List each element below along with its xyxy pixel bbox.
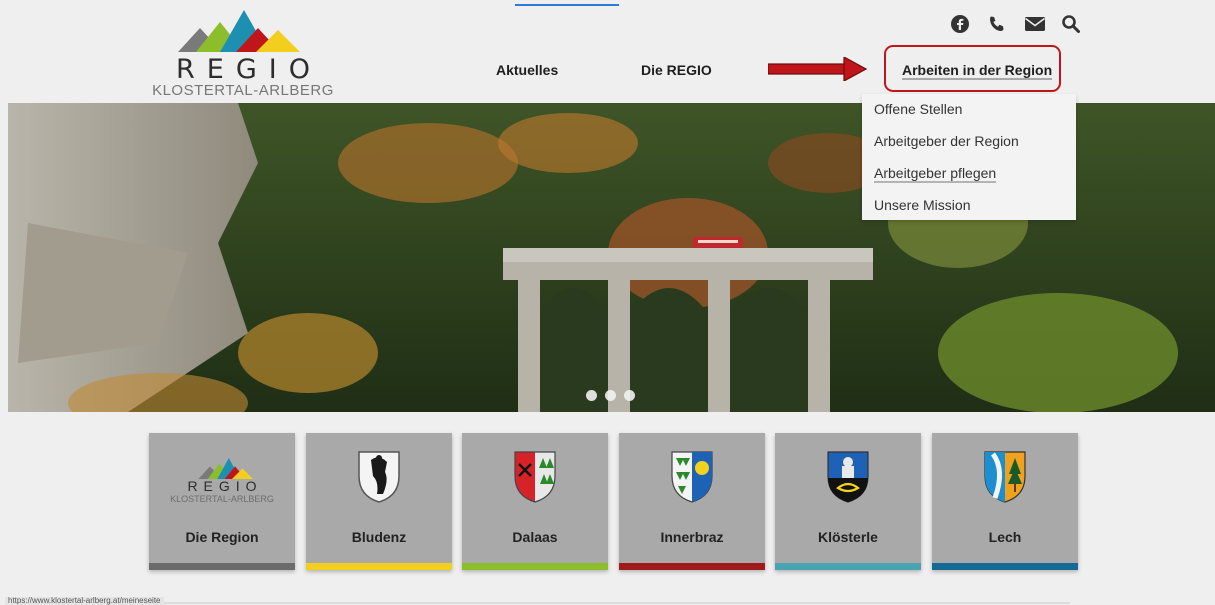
phone-icon[interactable] (987, 14, 1007, 34)
tile-label: Innerbraz (660, 529, 724, 545)
page-bottom-divider (120, 602, 1070, 604)
menu-item-unsere-mission[interactable]: Unsere Mission (874, 197, 970, 213)
red-arrow-annotation-icon (768, 57, 868, 81)
tile-color-bar (775, 563, 921, 570)
tile-label: Dalaas (512, 529, 558, 545)
search-icon[interactable] (1061, 14, 1081, 34)
tile-label: Klösterle (818, 529, 878, 545)
nav-die-regio[interactable]: Die REGIO (641, 62, 712, 78)
menu-item-arbeitgeber-pflegen[interactable]: Arbeitgeber pflegen (874, 165, 997, 183)
tile-label: Bludenz (351, 529, 407, 545)
tile-lech[interactable]: Lech (932, 433, 1078, 570)
nav-aktuelles[interactable]: Aktuelles (496, 62, 558, 78)
tile-die-region[interactable]: REGIO KLOSTERTAL-ARLBERG Die Region (149, 433, 295, 570)
kloesterle-crest-icon (826, 450, 870, 509)
tile-kloesterle[interactable]: Klösterle (775, 433, 921, 570)
logo-title: REGIO (176, 54, 322, 85)
tile-color-bar (619, 563, 765, 570)
slider-dot-2[interactable] (605, 390, 616, 401)
bludenz-crest-icon (357, 450, 401, 509)
tile-dalaas[interactable]: Dalaas (462, 433, 608, 570)
innerbraz-crest-icon (670, 450, 714, 509)
tile-innerbraz[interactable]: Innerbraz (619, 433, 765, 570)
facebook-icon[interactable] (950, 14, 970, 34)
arbeiten-dropdown-menu: Offene Stellen Arbeitgeber der Region Ar… (862, 94, 1076, 220)
menu-item-arbeitgeber-pflegen-label: Arbeitgeber pflegen (874, 165, 997, 183)
tile-logo-subtitle: KLOSTERTAL-ARLBERG (170, 494, 274, 504)
tile-color-bar (932, 563, 1078, 570)
tile-color-bar (306, 563, 452, 570)
menu-item-offene-stellen[interactable]: Offene Stellen (874, 101, 962, 117)
site-logo[interactable]: REGIO KLOSTERTAL-ARLBERG (148, 10, 338, 99)
logo-subtitle: KLOSTERTAL-ARLBERG (152, 82, 334, 99)
tile-color-bar (462, 563, 608, 570)
slider-dot-1[interactable] (586, 390, 597, 401)
lech-crest-icon (983, 450, 1027, 509)
dalaas-crest-icon (513, 450, 557, 509)
slider-dot-3[interactable] (624, 390, 635, 401)
tile-label: Lech (988, 529, 1022, 545)
tile-bludenz[interactable]: Bludenz (306, 433, 452, 570)
tile-logo-title: REGIO (187, 478, 263, 494)
status-bar-url: https://www.klostertal-arlberg.at/meines… (5, 597, 164, 605)
site-header: REGIO KLOSTERTAL-ARLBERG Aktuelles Die R… (0, 0, 1215, 103)
regio-logo-icon: REGIO KLOSTERTAL-ARLBERG (167, 457, 277, 507)
mail-icon[interactable] (1024, 14, 1045, 34)
menu-item-arbeitgeber-der-region[interactable]: Arbeitgeber der Region (874, 133, 1019, 149)
mountains-logo-icon (178, 10, 300, 52)
tile-label: Die Region (185, 529, 259, 545)
header-icon-bar (950, 14, 1081, 34)
highlight-annotation-box (884, 45, 1061, 92)
slider-dots (586, 390, 635, 401)
tile-color-bar (149, 563, 295, 570)
